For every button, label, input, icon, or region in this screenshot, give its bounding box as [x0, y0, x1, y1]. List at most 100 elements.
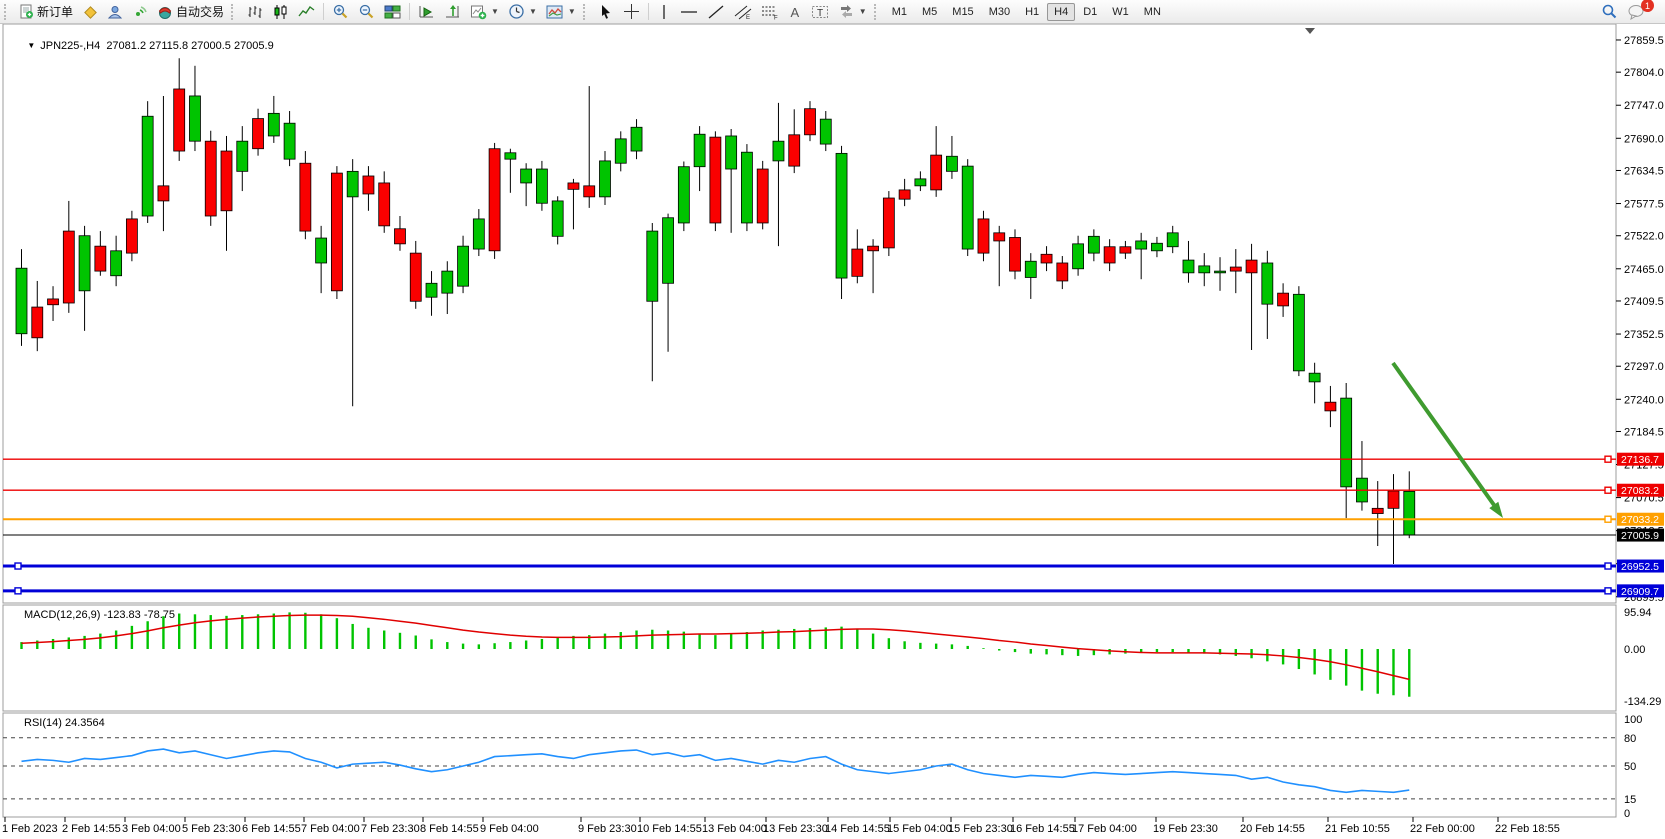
price-tick-label: 27634.5 — [1624, 165, 1664, 177]
price-tick-label: 27465.0 — [1624, 264, 1664, 276]
timeframe-m1[interactable]: M1 — [885, 3, 914, 21]
toolbar-drag-handle[interactable] — [231, 4, 239, 20]
candle-body — [95, 246, 106, 271]
mt4-window: 新订单 自动交易 — [0, 0, 1665, 839]
time-tick-label: 9 Feb 23:30 — [578, 823, 637, 835]
templates-button[interactable]: ▼ — [542, 2, 580, 21]
crosshair-button[interactable] — [619, 2, 644, 21]
tile-windows-button[interactable] — [380, 2, 405, 21]
time-axis[interactable]: 1 Feb 20232 Feb 14:553 Feb 04:005 Feb 23… — [2, 817, 1560, 835]
candle-body — [852, 249, 863, 276]
candle-body — [284, 123, 295, 159]
time-tick-label: 7 Feb 23:30 — [361, 823, 420, 835]
candle-body — [1215, 271, 1226, 273]
cursor-button[interactable] — [594, 2, 618, 21]
trendline-button[interactable] — [703, 2, 729, 21]
candle-body — [1309, 373, 1320, 382]
shapes-button[interactable]: ▼ — [834, 2, 871, 21]
time-tick-label: 15 Feb 23:30 — [948, 823, 1013, 835]
cursor-icon — [598, 4, 614, 20]
signals-button[interactable] — [128, 2, 152, 21]
price-tick-label: 27184.5 — [1624, 426, 1664, 438]
zoom-in-button[interactable] — [328, 2, 353, 21]
toolbar-drag-handle[interactable] — [4, 4, 12, 20]
candle-body — [1246, 260, 1257, 273]
timeframe-w1[interactable]: W1 — [1105, 3, 1136, 21]
timeframe-h1[interactable]: H1 — [1018, 3, 1046, 21]
candle-body — [174, 89, 185, 151]
candle-body — [442, 271, 453, 293]
auto-scroll-button[interactable] — [414, 2, 439, 21]
chart-plot[interactable]: 27859.527804.027747.027690.027634.527577… — [0, 24, 1665, 839]
time-tick-label: 16 Feb 14:55 — [1010, 823, 1075, 835]
horizontal-line-button[interactable] — [676, 2, 702, 21]
timeframe-m5[interactable]: M5 — [915, 3, 944, 21]
accounts-button[interactable] — [103, 2, 127, 21]
timeframe-mn[interactable]: MN — [1137, 3, 1168, 21]
macd-pane[interactable] — [3, 605, 1616, 711]
toolbar: 新订单 自动交易 — [0, 0, 1665, 24]
candle-body — [789, 135, 800, 166]
chat-button[interactable]: 1 — [1623, 2, 1649, 21]
candle-body — [836, 153, 847, 278]
candle-body — [316, 238, 327, 263]
search-button[interactable] — [1597, 2, 1622, 21]
autotrading-label: 自动交易 — [176, 3, 224, 20]
line-price-tag-text: 27033.2 — [1621, 514, 1659, 526]
autotrading-button[interactable]: 自动交易 — [153, 2, 228, 21]
candle-body — [946, 156, 957, 171]
timeframe-h4[interactable]: H4 — [1047, 3, 1075, 21]
rsi-scale-label: 0 — [1624, 808, 1630, 820]
toolbar-drag-handle[interactable] — [874, 4, 882, 20]
time-tick-label: 14 Feb 14:55 — [825, 823, 890, 835]
candle-body — [536, 169, 547, 203]
candle-body — [63, 231, 74, 303]
candle-body — [379, 183, 390, 226]
timeframe-m30[interactable]: M30 — [982, 3, 1017, 21]
equidistant-channel-button[interactable]: E — [730, 2, 756, 21]
candle-body — [489, 149, 500, 251]
bar-chart-button[interactable] — [242, 2, 267, 21]
candle-body — [189, 96, 200, 141]
text-button[interactable]: A — [784, 2, 806, 21]
candle-body — [1293, 294, 1304, 371]
candle-body — [1183, 260, 1194, 273]
time-tick-label: 2 Feb 14:55 — [62, 823, 121, 835]
candle-body — [458, 246, 469, 286]
candle-body — [1199, 266, 1210, 273]
timeframe-m15[interactable]: M15 — [945, 3, 980, 21]
candlestick-icon — [272, 4, 289, 20]
macd-scale-label: 0.00 — [1624, 644, 1645, 656]
diamond-icon — [82, 4, 98, 20]
zoom-out-button[interactable] — [354, 2, 379, 21]
periods-button[interactable]: ▼ — [504, 2, 541, 21]
chevron-down-icon: ▼ — [859, 7, 867, 16]
line-price-tag-text: 27005.9 — [1621, 530, 1659, 542]
market-watch-button[interactable] — [78, 2, 102, 21]
candle-body — [347, 171, 358, 197]
chart-canvas[interactable]: 27859.527804.027747.027690.027634.527577… — [0, 24, 1665, 839]
indicators-button[interactable]: ▼ — [466, 2, 503, 21]
text-label-button[interactable]: T — [807, 2, 833, 21]
chart-shift-button[interactable] — [440, 2, 465, 21]
candle-body — [1151, 243, 1162, 251]
new-order-button[interactable]: 新订单 — [15, 2, 77, 21]
rsi-pane[interactable] — [3, 713, 1616, 817]
candle-body — [1088, 236, 1099, 253]
candlestick-chart-button[interactable] — [268, 2, 293, 21]
fibonacci-icon: F — [761, 4, 779, 20]
candle-body — [363, 176, 374, 194]
time-tick-label: 21 Feb 10:55 — [1325, 823, 1390, 835]
line-chart-button[interactable] — [294, 2, 319, 21]
candle-body — [1136, 241, 1147, 249]
chat-badge: 1 — [1641, 0, 1654, 12]
timeframe-d1[interactable]: D1 — [1076, 3, 1104, 21]
candle-body — [111, 251, 122, 276]
line-handle — [15, 588, 21, 594]
autotrading-icon — [157, 4, 173, 20]
fibonacci-button[interactable]: F — [757, 2, 783, 21]
tile-windows-icon — [384, 4, 401, 20]
toolbar-drag-handle[interactable] — [583, 4, 591, 20]
line-handle — [1605, 487, 1611, 493]
vertical-line-button[interactable] — [653, 2, 675, 21]
